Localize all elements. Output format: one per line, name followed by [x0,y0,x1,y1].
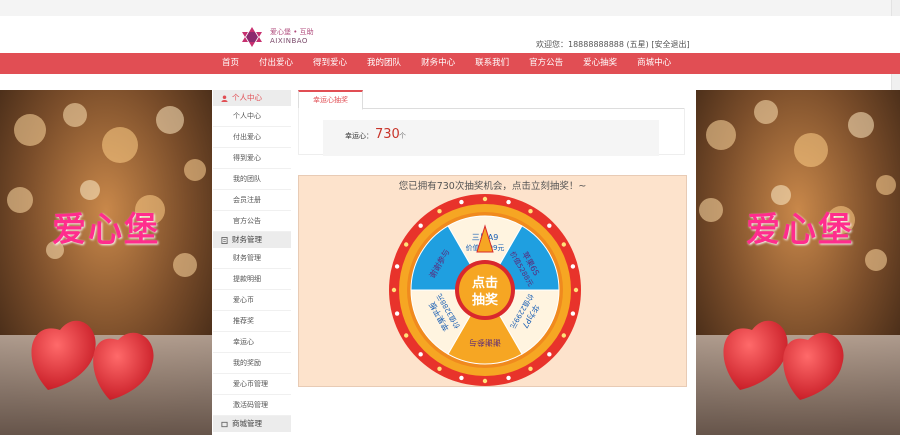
tab-bar: 幸运心抽奖 [298,90,685,110]
document-icon [221,236,228,244]
sidebar-group-personal[interactable]: 个人中心 [213,90,291,106]
sidebar-item-withdraw[interactable]: 提款明细 [213,269,291,290]
left-banner: 爱心堡 [0,90,212,435]
sidebar-group-finance-label: 财务管理 [232,235,262,244]
sidebar-item-referral[interactable]: 推荐奖 [213,311,291,332]
wheel-light [459,199,464,205]
wheel-light [506,375,511,381]
nav-announcements[interactable]: 官方公告 [519,53,573,74]
left-banner-slogan: 爱心堡 [52,210,160,250]
wheel-sector-label: 谢谢参与 [469,338,501,348]
nav-items: 首页 付出爱心 得到爱心 我的团队 财务中心 联系我们 官方公告 爱心抽奖 商城… [212,53,681,74]
main-nav: 首页 付出爱心 得到爱心 我的团队 财务中心 联系我们 官方公告 爱心抽奖 商城… [0,53,900,74]
sidebar-item-finance[interactable]: 财务管理 [213,248,291,269]
site-logo[interactable]: 爱心堡 • 互助 AIXINBAO [240,26,325,48]
right-banner-image [696,90,900,435]
sidebar-item-register[interactable]: 会员注册 [213,190,291,211]
nav-lottery[interactable]: 爱心抽奖 [573,53,627,74]
wheel-light [418,223,423,228]
wheel-light [547,352,552,357]
lucky-info-box: 幸运心： 730 个 [298,108,685,156]
sidebar-group-finance[interactable]: 财务管理 [213,232,291,248]
lucky-value: 730 [375,127,400,142]
user-level: (五星) [626,40,649,49]
wheel-light [573,287,579,293]
left-banner-image [0,90,212,435]
sidebar-item-give-love[interactable]: 付出爱心 [213,127,291,148]
wheel-light [437,366,442,372]
wheel-light [394,264,400,269]
sidebar: 个人中心 个人中心 付出爱心 得到爱心 我的团队 会员注册 官方公告 财务管理 … [213,90,291,435]
sidebar-item-love-coin[interactable]: 爱心币 [213,290,291,311]
right-banner-slogan: 爱心堡 [746,210,854,250]
wheel-light [528,366,533,372]
sidebar-item-get-love[interactable]: 得到爱心 [213,148,291,169]
wheel-hub-text-1: 点击 [472,275,498,291]
nav-give-love[interactable]: 付出爱心 [249,53,303,74]
lucky-info-panel: 幸运心： 730 个 [323,120,659,156]
cart-icon [221,421,228,427]
logo-flower-icon [242,27,262,47]
nav-contact[interactable]: 联系我们 [465,53,519,74]
logo-cn: 爱心堡 • 互助 [270,28,314,36]
site-header: 爱心堡 • 互助 AIXINBAO 欢迎您：18888888888 (五星) [… [0,16,900,53]
nav-my-team[interactable]: 我的团队 [357,53,411,74]
wheel-light [482,196,488,202]
wheel-light [528,208,533,214]
main-content: 幸运心抽奖 幸运心： 730 个 您已拥有730次抽奖机会，点击立刻抽奖！~ 三… [298,90,687,435]
sidebar-item-lucky-heart[interactable]: 幸运心 [213,332,291,353]
lottery-wheel[interactable]: 三星A9价值1999元苹果6S价值5288元华为P7价值2299元谢谢参与苹果平… [385,190,585,390]
user-bar: 欢迎您：18888888888 (五星) [安全退出] [536,39,690,50]
wheel-light [391,287,397,293]
sidebar-group-personal-label: 个人中心 [232,93,262,102]
user-icon [221,94,228,102]
wheel-light [482,378,488,384]
sidebar-item-coin-manage[interactable]: 爱心币管理 [213,374,291,395]
wheel-light [459,375,464,381]
logo-text: 爱心堡 • 互助 AIXINBAO [270,28,314,46]
nav-finance[interactable]: 财务中心 [411,53,465,74]
wheel-light [506,199,511,205]
wheel-light [394,311,400,316]
wheel-light [561,242,567,247]
lucky-label: 幸运心： [345,132,373,140]
sidebar-item-personal-center[interactable]: 个人中心 [213,106,291,127]
nav-home[interactable]: 首页 [212,53,249,74]
sidebar-group-mall[interactable]: 商城管理 [213,416,291,432]
wheel-prize-line1: 谢谢参与 [469,338,501,348]
logout-link[interactable]: [安全退出] [651,40,689,49]
nav-get-love[interactable]: 得到爱心 [303,53,357,74]
tab-lucky-lottery[interactable]: 幸运心抽奖 [298,90,363,110]
logo-en: AIXINBAO [270,37,308,45]
wheel-light [570,264,576,269]
wheel-hub-text-2: 抽奖 [472,292,499,308]
lottery-panel: 您已拥有730次抽奖机会，点击立刻抽奖！~ 三星A9价值1999元苹果6S价值5… [298,175,687,387]
browser-top-strip [0,0,900,17]
sidebar-item-my-team[interactable]: 我的团队 [213,169,291,190]
lucky-unit: 个 [399,132,406,140]
sidebar-item-rewards[interactable]: 我的奖励 [213,353,291,374]
wheel-light [570,311,576,316]
wheel-light [547,223,552,228]
wheel-light [403,242,409,247]
wheel-light [403,333,409,338]
wheel-light [561,333,567,338]
sidebar-group-mall-label: 商城管理 [232,419,262,428]
welcome-text: 欢迎您：18888888888 [536,40,624,49]
sidebar-item-announcements[interactable]: 官方公告 [213,211,291,232]
nav-mall[interactable]: 商城中心 [627,53,681,74]
right-banner: 爱心堡 [696,90,900,435]
wheel-light [437,208,442,214]
sidebar-item-activation-code[interactable]: 激活码管理 [213,395,291,416]
wheel-light [418,352,423,357]
